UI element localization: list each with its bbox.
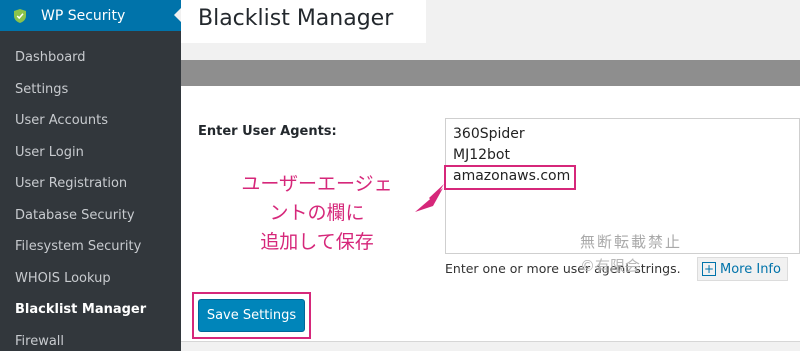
plus-icon: + xyxy=(702,262,716,276)
watermark: 無断転載禁止 xyxy=(580,233,683,251)
postbox-header xyxy=(181,60,800,86)
sidebar-item-filesystem-security[interactable]: Filesystem Security xyxy=(0,231,181,263)
copyright-mark: ©有限会 xyxy=(580,257,641,275)
more-info-label: More Info xyxy=(720,261,781,277)
annotation-line: ユーザーエージェ xyxy=(241,173,393,195)
user-agent-line: MJ12bot xyxy=(453,147,510,163)
save-settings-button[interactable]: Save Settings xyxy=(198,299,305,332)
help-text: Enter one or more user agent strings. xyxy=(445,261,681,276)
more-info-button[interactable]: + More Info xyxy=(697,257,788,281)
user-agents-label: Enter User Agents: xyxy=(198,124,337,139)
shield-icon xyxy=(14,8,26,23)
submenu: Dashboard Settings User Accounts User Lo… xyxy=(0,31,181,351)
annotation-line: ントの欄に xyxy=(269,202,365,224)
sidebar-item-user-login[interactable]: User Login xyxy=(0,137,181,169)
user-agent-line: 360Spider xyxy=(453,126,525,142)
page-title: Blacklist Manager xyxy=(198,6,394,31)
sidebar-item-dashboard[interactable]: Dashboard xyxy=(0,42,181,74)
highlight-box xyxy=(444,165,576,190)
sidebar-item-settings[interactable]: Settings xyxy=(0,74,181,106)
sidebar-item-user-accounts[interactable]: User Accounts xyxy=(0,105,181,137)
menu-wp-security[interactable]: WP Security xyxy=(0,0,182,31)
annotation-callout: ユーザーエージェ ントの欄に 追加して保存 xyxy=(212,170,422,257)
annotation-line: 追加して保存 xyxy=(260,231,374,253)
sidebar-item-firewall[interactable]: Firewall xyxy=(0,326,181,351)
menu-heading-label: WP Security xyxy=(41,7,126,24)
admin-sidebar: WP Security Dashboard Settings User Acco… xyxy=(0,0,182,351)
sidebar-item-blacklist-manager[interactable]: Blacklist Manager xyxy=(0,294,181,326)
sidebar-item-whois-lookup[interactable]: WHOIS Lookup xyxy=(0,263,181,295)
sidebar-item-user-registration[interactable]: User Registration xyxy=(0,168,181,200)
sidebar-item-database-security[interactable]: Database Security xyxy=(0,200,181,232)
arrow-icon xyxy=(415,184,444,212)
